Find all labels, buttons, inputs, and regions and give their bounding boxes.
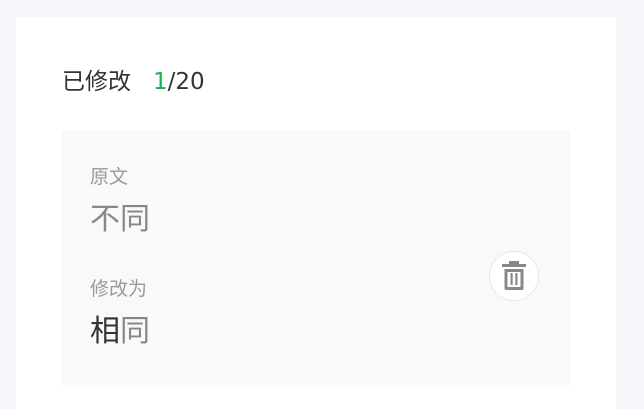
modified-changed-text: 相 [90,314,120,349]
modified-count-header: 已修改 1/20 [62,67,205,97]
modified-label: 已修改 [62,69,131,95]
modified-count-current: 1 [153,69,168,95]
modified-value: 相同 [90,314,150,350]
original-value: 不同 [90,202,150,237]
delete-button[interactable] [489,251,539,301]
modification-card: 原文 不同 修改为 相同 [61,130,571,385]
original-label: 原文 [90,166,129,188]
modified-to-label: 修改为 [90,278,148,300]
modification-panel: 已修改 1/20 原文 不同 修改为 相同 [16,17,616,409]
modified-count-total: /20 [167,69,205,95]
modified-unchanged-text: 同 [120,314,150,349]
trash-icon [502,261,526,290]
